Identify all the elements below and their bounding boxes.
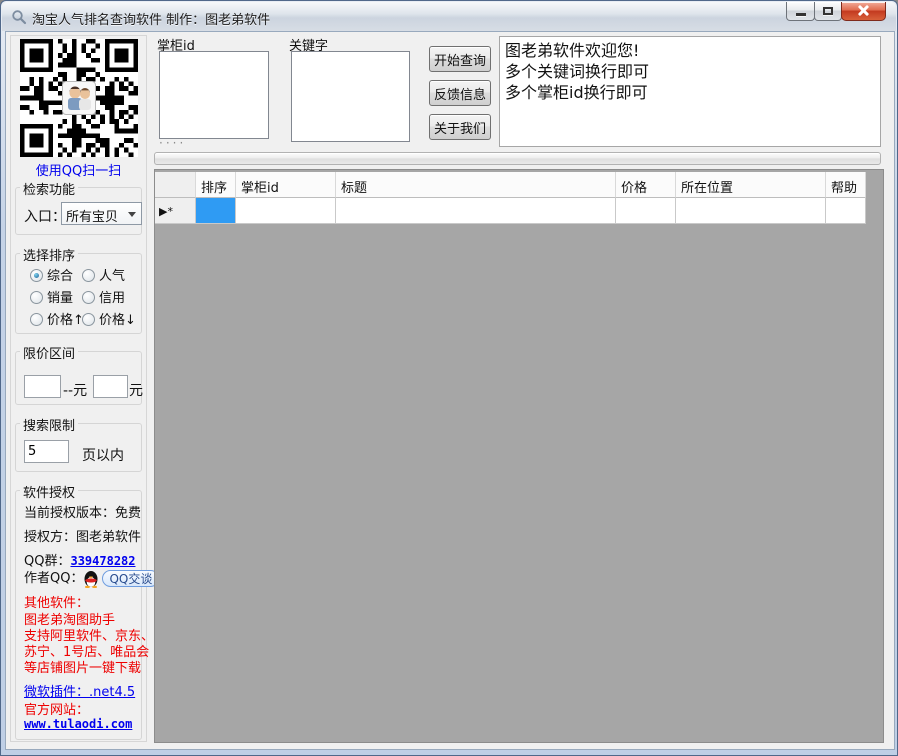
author-qq-line: 作者QQ： QQ交谈 (24, 567, 159, 588)
license-version-line: 当前授权版本：免费 (24, 502, 141, 521)
cell-title[interactable] (336, 198, 616, 224)
minimize-icon (796, 13, 806, 16)
price-range-group: 限价区间 --元 元 (15, 351, 142, 405)
start-query-button[interactable]: 开始查询 (429, 46, 491, 72)
column-header-location[interactable]: 所在位置 (676, 172, 826, 198)
welcome-message-box: 图老弟软件欢迎您! 多个关键词换行即可 多个掌柜id换行即可 (499, 36, 881, 147)
search-limit-group: 搜索限制 页以内 (15, 423, 142, 472)
search-group-title: 检索功能 (20, 179, 78, 198)
licensor-line: 授权方：图老弟软件 (24, 526, 141, 545)
radio-icon (82, 291, 95, 304)
radio-sort-sales[interactable]: 销量 (30, 291, 73, 306)
new-row-indicator[interactable]: ▶* (155, 198, 196, 224)
qq-chat-button[interactable]: QQ交谈 (102, 570, 159, 587)
license-group: 软件授权 当前授权版本：免费 授权方：图老弟软件 QQ群：339478282 作… (15, 490, 142, 740)
price-max-input[interactable] (93, 375, 128, 398)
welcome-line-3: 多个掌柜id换行即可 (505, 82, 875, 103)
welcome-line-1: 图老弟软件欢迎您! (505, 40, 875, 61)
grid-corner-cell[interactable] (155, 172, 196, 198)
table-row: ▶* (155, 198, 883, 224)
qq-penguin-icon (83, 570, 99, 588)
magnifier-app-icon (11, 9, 27, 25)
entry-dropdown[interactable]: 所有宝贝 (61, 202, 142, 225)
radio-sort-popularity[interactable]: 人气 (82, 269, 125, 284)
grid-row-filler (866, 198, 883, 224)
sidebar-panel: 使用QQ扫一扫 检索功能 入口： 所有宝贝 选择排序 综合 人 (10, 35, 147, 742)
minimize-button[interactable] (786, 2, 815, 21)
radio-sort-price-asc[interactable]: 价格↑ (30, 313, 84, 328)
column-header-price[interactable]: 价格 (616, 172, 676, 198)
sort-group-title: 选择排序 (20, 245, 78, 264)
maximize-button[interactable] (814, 2, 842, 21)
entry-dropdown-value: 所有宝贝 (66, 206, 118, 225)
radio-icon (30, 269, 43, 282)
limit-suffix-label: 页以内 (82, 445, 124, 465)
cell-help[interactable] (826, 198, 866, 224)
grid-header-row: 排序 掌柜id 标题 价格 所在位置 帮助 (155, 172, 883, 198)
close-button[interactable] (841, 2, 886, 21)
query-progress-bar (154, 152, 881, 165)
maximize-icon (823, 7, 833, 15)
license-group-title: 软件授权 (20, 482, 78, 501)
shopkeeper-id-textarea[interactable] (159, 51, 269, 139)
welcome-line-2: 多个关键词换行即可 (505, 61, 875, 82)
qq-group-number-link[interactable]: 339478282 (70, 554, 135, 568)
entry-label: 入口： (24, 206, 66, 226)
column-header-help[interactable]: 帮助 (826, 172, 866, 198)
sort-group: 选择排序 综合 人气 销量 信用 (15, 253, 142, 334)
cell-location[interactable] (676, 198, 826, 224)
feedback-button[interactable]: 反馈信息 (429, 80, 491, 106)
chevron-down-icon (128, 212, 136, 217)
keyword-textarea[interactable] (291, 51, 410, 142)
radio-sort-price-desc[interactable]: 价格↓ (82, 313, 136, 328)
about-us-button[interactable]: 关于我们 (429, 114, 491, 140)
radio-sort-credit[interactable]: 信用 (82, 291, 125, 306)
official-site-label: 官方网站： (24, 699, 89, 718)
cell-shop-id[interactable] (236, 198, 336, 224)
price-group-title: 限价区间 (20, 343, 78, 362)
page-limit-input[interactable] (24, 440, 69, 463)
price-suffix-label: 元 (129, 380, 143, 400)
price-min-input[interactable] (24, 375, 61, 398)
dotnet-plugin-link[interactable]: 微软插件：.net4.5 (24, 681, 135, 700)
official-site-link[interactable]: www.tulaodi.com (24, 717, 132, 731)
column-header-shop-id[interactable]: 掌柜id (236, 172, 336, 198)
qr-center-avatar (62, 81, 96, 115)
radio-icon (82, 269, 95, 282)
qq-scan-link[interactable]: 使用QQ扫一扫 (11, 160, 146, 179)
column-header-title[interactable]: 标题 (336, 172, 616, 198)
title-bar: 淘宝人气排名查询软件 制作：图老弟软件 (2, 2, 896, 31)
cell-rank-selected[interactable] (196, 198, 236, 224)
column-header-rank[interactable]: 排序 (196, 172, 236, 198)
client-area: 使用QQ扫一扫 检索功能 入口： 所有宝贝 选择排序 综合 人 (5, 31, 895, 750)
search-function-group: 检索功能 入口： 所有宝贝 (15, 187, 142, 235)
app-window: 淘宝人气排名查询软件 制作：图老弟软件 (0, 0, 898, 756)
grid-header-filler (866, 172, 883, 198)
cell-price[interactable] (616, 198, 676, 224)
price-between-label: --元 (63, 380, 87, 400)
window-title: 淘宝人气排名查询软件 制作：图老弟软件 (32, 9, 270, 28)
results-grid: 排序 掌柜id 标题 价格 所在位置 帮助 ▶* (154, 169, 884, 743)
qq-qr-code (18, 39, 140, 157)
radio-sort-composite[interactable]: 综合 (30, 269, 73, 284)
other-software-line-4: 等店铺图片一键下载 (24, 657, 141, 676)
close-icon (858, 5, 869, 16)
radio-icon (30, 291, 43, 304)
splitter-grip-dots: ···· (159, 136, 186, 150)
radio-icon (30, 313, 43, 326)
limit-group-title: 搜索限制 (20, 415, 78, 434)
author-qq-label: 作者QQ： (24, 571, 83, 586)
radio-icon (82, 313, 95, 326)
